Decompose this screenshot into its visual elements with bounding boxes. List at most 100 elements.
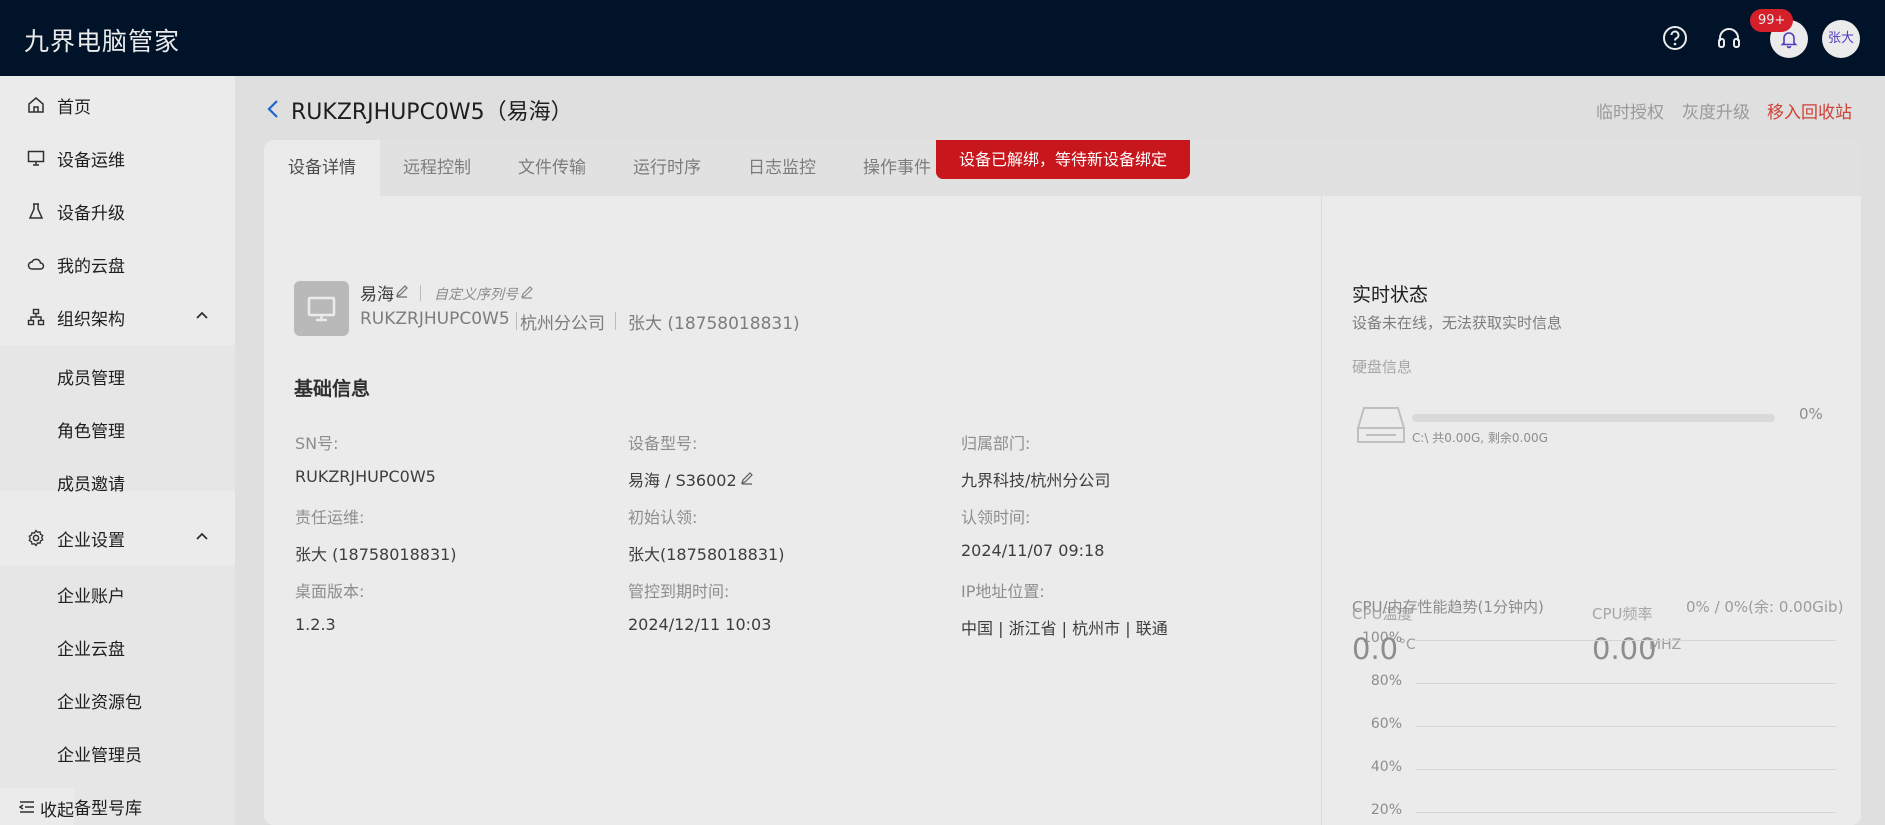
page-title: RUKZRJHUPC0W5（易海） bbox=[291, 100, 573, 125]
field-value: 中国 | 浙江省 | 杭州市 | 联通 bbox=[961, 619, 1168, 638]
sidebar-item-enterprise-admin[interactable]: 企业管理员 bbox=[0, 729, 235, 775]
sidebar-item-org[interactable]: 组织架构 bbox=[0, 292, 235, 342]
grid-line bbox=[1416, 726, 1836, 727]
chevron-up-icon bbox=[196, 311, 208, 319]
field-label: 初始认领: bbox=[628, 508, 698, 527]
grid-line bbox=[1416, 812, 1836, 813]
headset-icon[interactable] bbox=[1715, 24, 1743, 52]
app-title: 九界电脑管家 bbox=[24, 27, 181, 56]
sidebar-item-member-mgmt[interactable]: 成员管理 bbox=[0, 352, 235, 398]
sidebar-item-label: 角色管理 bbox=[57, 422, 125, 442]
tab-file-transfer[interactable]: 文件传输 bbox=[494, 140, 610, 196]
grid-line bbox=[1416, 683, 1836, 684]
sidebar-item-enterprise-cloud[interactable]: 企业云盘 bbox=[0, 623, 235, 669]
sidebar-item-label: 企业管理员 bbox=[57, 746, 142, 766]
y-tick: 40% bbox=[1370, 759, 1402, 775]
sidebar-item-label: 企业云盘 bbox=[57, 640, 125, 660]
avatar[interactable]: 张大 bbox=[1822, 20, 1860, 58]
sidebar-item-label: 成员邀请 bbox=[57, 475, 125, 495]
sidebar-item-enterprise-settings[interactable]: 企业设置 bbox=[0, 513, 235, 563]
collapse-menu-icon bbox=[19, 801, 34, 813]
y-tick: 20% bbox=[1370, 802, 1402, 818]
home-icon bbox=[28, 97, 44, 113]
device-dept: 杭州分公司 bbox=[520, 314, 605, 334]
disk-capacity-text: C:\ 共0.00G, 剩余0.00G bbox=[1412, 431, 1548, 445]
device-owner: 张大 (18758018831) bbox=[628, 314, 800, 334]
field-value: 九界科技/杭州分公司 bbox=[961, 471, 1111, 490]
sidebar-item-device-ops[interactable]: 设备运维 bbox=[0, 133, 235, 183]
disk-info-label: 硬盘信息 bbox=[1352, 358, 1413, 376]
divider bbox=[615, 312, 616, 330]
sidebar-item-label: 首页 bbox=[57, 98, 91, 118]
device-name: 易海 bbox=[360, 285, 394, 305]
tab-device-detail[interactable]: 设备详情 bbox=[264, 140, 380, 196]
sidebar-item-enterprise-account[interactable]: 企业账户 bbox=[0, 570, 235, 616]
sidebar-item-resource-pack[interactable]: 企业资源包 bbox=[0, 676, 235, 722]
device-sn: RUKZRJHUPC0W5 bbox=[360, 309, 510, 329]
divider bbox=[420, 285, 421, 301]
custom-serial-label: 自定义序列号 bbox=[434, 287, 518, 303]
field-label: 认领时间: bbox=[961, 508, 1031, 527]
sidebar-item-label: 成员管理 bbox=[57, 369, 125, 389]
collapse-sidebar-button[interactable]: 收起 bbox=[0, 788, 235, 825]
cpu-freq-label: CPU频率 bbox=[1592, 605, 1653, 623]
field-value: 1.2.3 bbox=[295, 615, 336, 634]
grid-line bbox=[1416, 640, 1836, 641]
edit-icon[interactable] bbox=[520, 285, 534, 299]
sidebar-item-home[interactable]: 首页 bbox=[0, 80, 235, 130]
tab-log-monitor[interactable]: 日志监控 bbox=[724, 140, 840, 196]
field-value: RUKZRJHUPC0W5 bbox=[295, 467, 436, 486]
monitor-icon bbox=[307, 296, 336, 322]
grid-line bbox=[1416, 769, 1836, 770]
field-label: 桌面版本: bbox=[295, 582, 365, 601]
y-tick: 100% bbox=[1361, 630, 1402, 646]
tab-runtime[interactable]: 运行时序 bbox=[609, 140, 725, 196]
sidebar-item-role-mgmt[interactable]: 角色管理 bbox=[0, 405, 235, 451]
divider bbox=[516, 312, 517, 330]
notification-badge: 99+ bbox=[1750, 9, 1794, 32]
top-bar: 九界电脑管家 99+ 张大 bbox=[0, 0, 1885, 76]
field-value: 易海 / S36002 bbox=[628, 471, 737, 490]
field-label: IP地址位置: bbox=[961, 582, 1045, 601]
sidebar-item-label: 企业资源包 bbox=[57, 693, 142, 713]
monitor-icon bbox=[27, 150, 45, 166]
org-chart-icon bbox=[27, 308, 45, 326]
field-value: 张大(18758018831) bbox=[628, 545, 785, 564]
disk-usage-percent: 0% bbox=[1799, 405, 1823, 423]
sidebar-item-label: 企业设置 bbox=[57, 531, 125, 551]
field-value: 2024/12/11 10:03 bbox=[628, 615, 772, 634]
realtime-title: 实时状态 bbox=[1352, 284, 1429, 306]
field-label: 管控到期时间: bbox=[628, 582, 730, 601]
sidebar: 首页 设备运维 设备升级 我的云盘 组织架构 成员管理 角色管理 成员邀请 企业… bbox=[0, 76, 235, 825]
field-value: 张大 (18758018831) bbox=[295, 545, 457, 564]
help-icon[interactable] bbox=[1661, 24, 1689, 52]
back-arrow-icon[interactable] bbox=[265, 98, 281, 120]
trend-label: CPU/内存性能趋势(1分钟内) bbox=[1352, 598, 1544, 616]
sidebar-item-label: 企业账户 bbox=[57, 587, 125, 607]
flask-icon bbox=[28, 203, 44, 219]
gray-upgrade-button[interactable]: 灰度升级 bbox=[1682, 98, 1750, 123]
temp-auth-button[interactable]: 临时授权 bbox=[1596, 98, 1664, 123]
sidebar-item-my-cloud[interactable]: 我的云盘 bbox=[0, 239, 235, 289]
sidebar-item-label: 我的云盘 bbox=[57, 257, 125, 277]
sidebar-item-label: 组织架构 bbox=[57, 310, 125, 330]
basic-info-title: 基础信息 bbox=[294, 378, 371, 400]
field-value: 2024/11/07 09:18 bbox=[961, 541, 1105, 560]
tab-remote-control[interactable]: 远程控制 bbox=[379, 140, 495, 196]
hard-disk-icon bbox=[1357, 407, 1405, 443]
sidebar-item-label: 设备运维 bbox=[57, 151, 125, 171]
device-detail-panel: 易海 自定义序列号 RUKZRJHUPC0W5 杭州分公司 张大 (187580… bbox=[264, 196, 1321, 825]
sidebar-item-device-upgrade[interactable]: 设备升级 bbox=[0, 186, 235, 236]
device-card: 设备详情 远程控制 文件传输 运行时序 日志监控 操作事件 易海 自定义序列号 … bbox=[264, 140, 1861, 825]
realtime-panel: 实时状态 设备未在线，无法获取实时信息 硬盘信息 0% C:\ 共0.00G, … bbox=[1321, 196, 1861, 825]
edit-icon[interactable] bbox=[395, 284, 409, 298]
sidebar-item-member-invite[interactable]: 成员邀请 bbox=[0, 458, 235, 504]
move-to-recycle-button[interactable]: 移入回收站 bbox=[1767, 98, 1852, 123]
device-avatar bbox=[294, 281, 349, 336]
trend-value: 0% / 0%(余: 0.00Gib) bbox=[1686, 598, 1844, 616]
field-label: SN号: bbox=[295, 434, 339, 453]
cloud-icon bbox=[27, 258, 45, 270]
chevron-up-icon bbox=[196, 532, 208, 540]
y-tick: 80% bbox=[1370, 673, 1402, 689]
edit-icon[interactable] bbox=[740, 471, 754, 485]
